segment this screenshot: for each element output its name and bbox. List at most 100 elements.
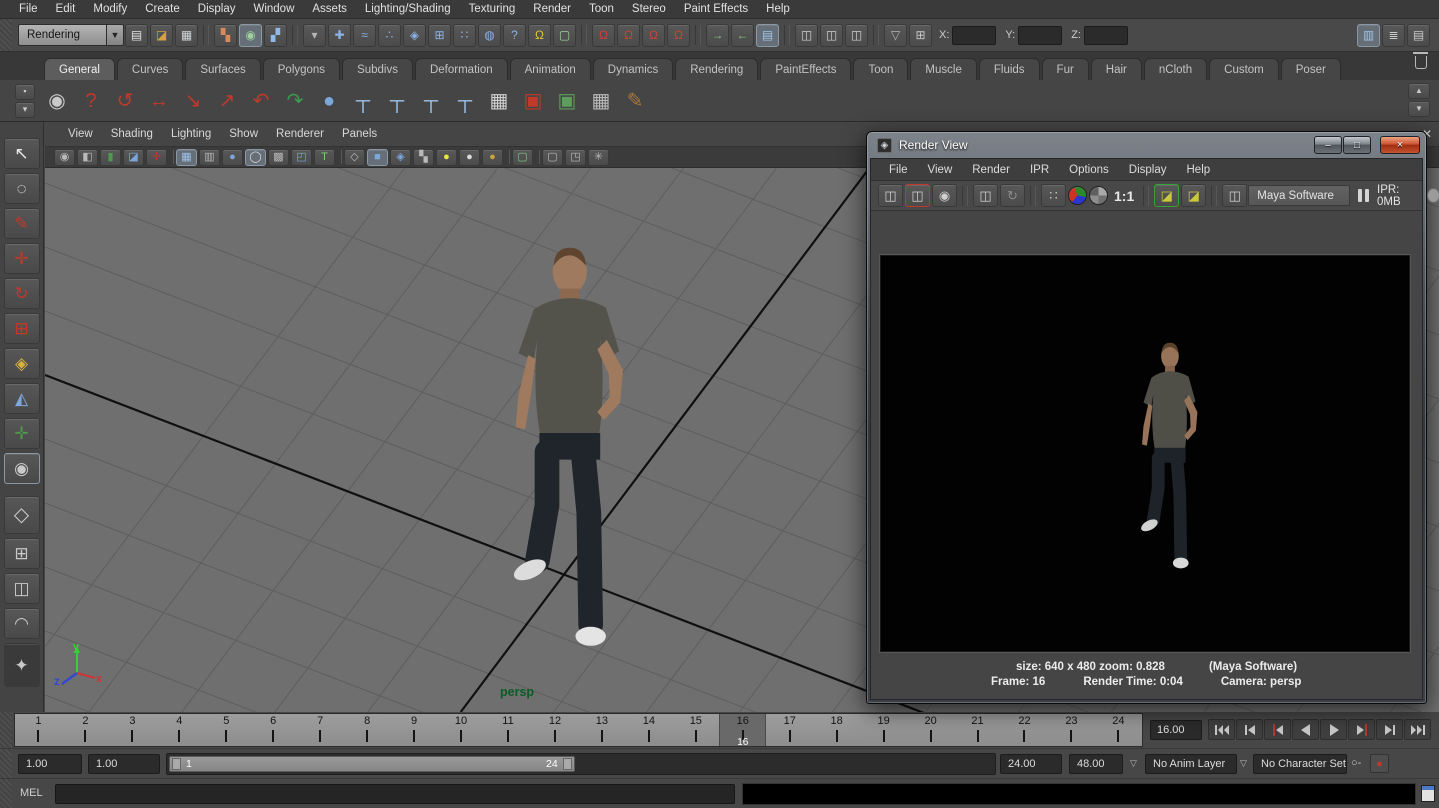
- range-track[interactable]: 1 24: [166, 753, 996, 775]
- command-line-grip[interactable]: [0, 779, 12, 808]
- shelf-tab[interactable]: Deformation: [415, 58, 508, 80]
- shaded-display-icon[interactable]: ■: [367, 149, 388, 166]
- shelf-trash-button[interactable]: [1415, 56, 1427, 69]
- shelf-scroll-down-icon[interactable]: ▼: [1408, 101, 1430, 117]
- rotate-tool-icon[interactable]: ↻: [4, 278, 40, 309]
- divider[interactable]: [873, 25, 879, 45]
- time-slider-grip[interactable]: [0, 712, 12, 748]
- minimize-button[interactable]: –: [1314, 136, 1342, 154]
- xray-icon[interactable]: ▢: [542, 149, 563, 166]
- timeline-frame[interactable]: 11: [485, 714, 532, 746]
- timeline-frame[interactable]: 1: [15, 714, 62, 746]
- shelf-tab-flyout-icon[interactable]: ▾: [15, 102, 35, 118]
- single-pane-layout-icon[interactable]: ◇: [4, 496, 40, 534]
- construction-history-icon[interactable]: ▤: [756, 24, 779, 47]
- z-input[interactable]: [1084, 26, 1128, 45]
- timeline-frame[interactable]: 5: [203, 714, 250, 746]
- snapshot-icon[interactable]: ◉: [932, 184, 957, 207]
- divider[interactable]: [337, 150, 342, 164]
- render-view-window[interactable]: ◈ Render View – □ × FileViewRenderIPROpt…: [866, 131, 1427, 704]
- shelf-tab[interactable]: General: [44, 58, 115, 80]
- menu-item[interactable]: Help: [757, 0, 799, 19]
- default-light-icon[interactable]: ●: [436, 149, 457, 166]
- script-editor-icon[interactable]: [1421, 785, 1435, 802]
- shelf-tab[interactable]: Fur: [1042, 58, 1089, 80]
- snap-plane-icon[interactable]: ◈: [403, 24, 426, 47]
- panel-menu-item[interactable]: View: [59, 128, 102, 140]
- panel-menu-item[interactable]: Shading: [102, 128, 162, 140]
- camera-truck-icon[interactable]: ↗: [210, 84, 244, 118]
- render-flipbook-icon[interactable]: ◉: [40, 84, 74, 118]
- checker-display-icon[interactable]: ▚: [413, 149, 434, 166]
- render-view-title-bar[interactable]: ◈ Render View – □ ×: [867, 132, 1426, 158]
- highlight-selection-icon[interactable]: ▢: [553, 24, 576, 47]
- safe-action-icon[interactable]: ◰: [291, 149, 312, 166]
- magnet-snap-curves-icon[interactable]: Ω: [617, 24, 640, 47]
- camera-dolly-icon[interactable]: ↘: [176, 84, 210, 118]
- shelf-tab[interactable]: Hair: [1091, 58, 1142, 80]
- play-forwards-button[interactable]: [1320, 719, 1347, 740]
- snap-flyout-icon[interactable]: ▾: [303, 24, 326, 47]
- texture-node-icon[interactable]: ┬: [380, 84, 414, 118]
- timeline-frame[interactable]: 21: [954, 714, 1001, 746]
- shading-group-node-icon[interactable]: ┬: [346, 84, 380, 118]
- rendered-image[interactable]: [880, 255, 1410, 652]
- menu-item[interactable]: Create: [136, 0, 189, 19]
- menu-item[interactable]: Window: [244, 0, 303, 19]
- grid-toggle-icon[interactable]: ▦: [176, 149, 197, 166]
- shelf-tab[interactable]: Curves: [117, 58, 183, 80]
- alpha-channel-icon[interactable]: [1089, 186, 1108, 205]
- menu-item[interactable]: Toon: [580, 0, 623, 19]
- paint-select-tool-icon[interactable]: ✎: [4, 208, 40, 239]
- menu-item[interactable]: Assets: [303, 0, 356, 19]
- four-pane-layout-icon[interactable]: ⊞: [4, 538, 40, 569]
- current-time-field[interactable]: 16.00: [1150, 720, 1202, 740]
- character-set-flyout-icon[interactable]: ▽: [1240, 758, 1247, 769]
- shelf-tab[interactable]: Dynamics: [593, 58, 673, 80]
- image-plane-icon[interactable]: ◪: [123, 149, 144, 166]
- menu-item[interactable]: Paint Effects: [675, 0, 757, 19]
- menu-set-selector[interactable]: Rendering ▼: [18, 24, 124, 46]
- renderer-dropdown[interactable]: Maya Software: [1248, 185, 1350, 206]
- hypershade-window-icon[interactable]: ▦: [482, 84, 516, 118]
- go-to-start-button[interactable]: [1208, 719, 1235, 740]
- step-back-key-button[interactable]: [1264, 719, 1291, 740]
- bookmark-icon[interactable]: ▮: [100, 149, 121, 166]
- flat-light-icon[interactable]: ●: [459, 149, 480, 166]
- shelf-scroll-up-icon[interactable]: ▲: [1408, 83, 1430, 99]
- timeline-frame[interactable]: 9: [391, 714, 438, 746]
- step-forward-key-button[interactable]: [1348, 719, 1375, 740]
- snap-particle-icon[interactable]: ∷: [453, 24, 476, 47]
- gate-mask-icon[interactable]: ◯: [245, 149, 266, 166]
- ipr-render-icon[interactable]: ◫: [820, 24, 843, 47]
- shelf-tab[interactable]: Poser: [1281, 58, 1341, 80]
- panel-menu-item[interactable]: Show: [220, 128, 267, 140]
- snap-lattice-icon[interactable]: ⊞: [428, 24, 451, 47]
- graph-pane-layout-icon[interactable]: ◠: [4, 608, 40, 639]
- timeline-frame[interactable]: 13: [578, 714, 625, 746]
- utility-node-icon[interactable]: ┬: [414, 84, 448, 118]
- panel-menu-item[interactable]: Renderer: [267, 128, 333, 140]
- divider[interactable]: [1030, 186, 1036, 206]
- timeline-frame[interactable]: 4: [156, 714, 203, 746]
- render-region-marquee-icon[interactable]: ∷: [1041, 184, 1066, 207]
- menu-item[interactable]: Display: [189, 0, 245, 19]
- divider[interactable]: [581, 25, 587, 45]
- light-node-icon[interactable]: ┬: [448, 84, 482, 118]
- divider[interactable]: [695, 25, 701, 45]
- render-view-menu-item[interactable]: Render: [962, 164, 1020, 176]
- range-bar[interactable]: 1 24: [169, 756, 575, 772]
- auto-keyframe-icon[interactable]: ●: [1370, 754, 1389, 773]
- lasso-select-tool-icon[interactable]: ◌: [4, 173, 40, 204]
- timeline-frame[interactable]: 15: [672, 714, 719, 746]
- all-lights-icon[interactable]: ●: [482, 149, 503, 166]
- panel-menu-item[interactable]: Panels: [333, 128, 386, 140]
- last-tool-icon[interactable]: ◉: [4, 453, 40, 484]
- universal-manipulator-icon[interactable]: ◈: [4, 348, 40, 379]
- select-component-mode-icon[interactable]: ▣: [550, 84, 584, 118]
- character-model[interactable]: [471, 243, 661, 661]
- safe-title-icon[interactable]: T: [314, 149, 335, 166]
- shelf-tab[interactable]: Toon: [853, 58, 908, 80]
- render-view-menu-item[interactable]: Display: [1119, 164, 1177, 176]
- animation-start-field[interactable]: 1.00: [18, 754, 82, 774]
